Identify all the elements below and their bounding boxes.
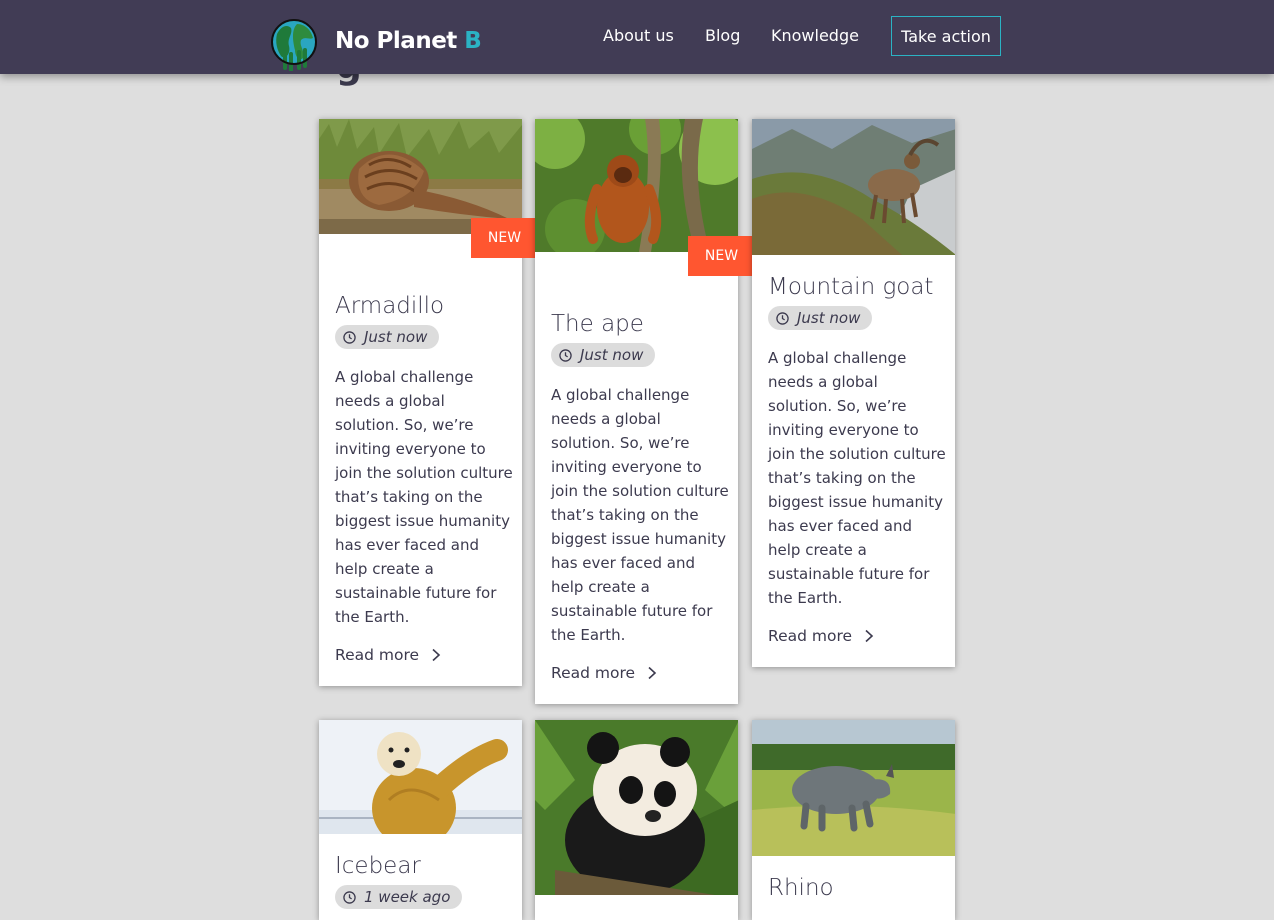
card-title[interactable]: Mountain goat [768, 274, 933, 300]
time-label: Just now [797, 309, 861, 327]
read-more-link[interactable]: Read more [335, 646, 441, 664]
time-badge: Just now [335, 325, 440, 349]
time-badge: Just now [551, 343, 656, 367]
read-more-label: Read more [335, 646, 420, 664]
article-card-rhino[interactable]: Rhino [752, 720, 955, 920]
new-badge: NEW [471, 218, 538, 258]
take-action-button[interactable]: Take action [891, 16, 1001, 56]
card-title[interactable]: The ape [551, 311, 644, 337]
site-header: No Planet B About us Blog Knowledge Take… [0, 0, 1274, 74]
card-title[interactable]: Rhino [768, 875, 834, 901]
nav-blog[interactable]: Blog [705, 26, 740, 45]
read-more-link[interactable]: Read more [768, 627, 874, 645]
article-card-mountain-goat[interactable]: Mountain goat Just now A global challeng… [752, 119, 955, 667]
chevron-right-icon [865, 629, 874, 643]
time-badge: 1 week ago [335, 885, 463, 909]
clock-icon [559, 348, 572, 362]
article-card-armadillo[interactable]: NEW Armadillo Just now A global challeng… [319, 119, 538, 686]
panda-image [535, 720, 738, 895]
time-label: 1 week ago [364, 888, 451, 906]
article-card-panda[interactable] [535, 720, 738, 920]
chevron-right-icon [432, 648, 441, 662]
new-badge: NEW [688, 236, 755, 276]
card-title[interactable]: Icebear [335, 853, 421, 879]
rhino-image [752, 720, 955, 856]
nav-about-us[interactable]: About us [603, 26, 674, 45]
card-excerpt: A global challenge needs a global soluti… [768, 349, 946, 607]
read-more-link[interactable]: Read more [551, 664, 657, 682]
armadillo-image [319, 119, 522, 234]
mountain-goat-image [752, 119, 955, 255]
clock-icon [776, 311, 789, 325]
read-more-label: Read more [768, 627, 853, 645]
article-card-the-ape[interactable]: NEW The ape Just now A global challenge … [535, 119, 755, 704]
card-excerpt: A global challenge needs a global soluti… [335, 368, 513, 626]
chevron-right-icon [648, 666, 657, 680]
icebear-image [319, 720, 522, 834]
brand-accent: B [464, 28, 482, 54]
clock-icon [343, 330, 356, 344]
time-badge: Just now [768, 306, 873, 330]
time-label: Just now [580, 346, 644, 364]
time-label: Just now [364, 328, 428, 346]
read-more-label: Read more [551, 664, 636, 682]
brand-name[interactable]: No Planet B [335, 28, 482, 54]
card-excerpt: A global challenge needs a global soluti… [551, 386, 729, 644]
article-card-icebear[interactable]: Icebear 1 week ago [319, 720, 522, 920]
clock-icon [343, 890, 356, 904]
earth-logo-icon[interactable] [271, 16, 319, 72]
brand-main: No Planet [335, 28, 465, 54]
ape-image [535, 119, 738, 252]
card-title[interactable]: Armadillo [335, 293, 444, 319]
nav-knowledge[interactable]: Knowledge [771, 26, 859, 45]
